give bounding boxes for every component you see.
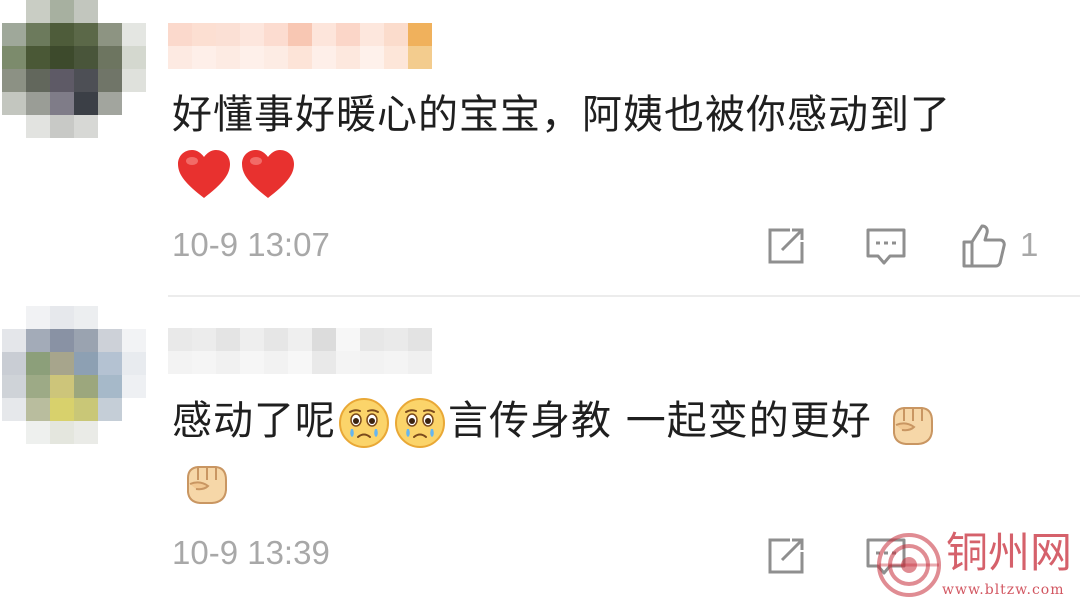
watermark-url: www.bltzw.com [942, 582, 1065, 598]
teary-face-icon [339, 398, 389, 448]
heart-icon [242, 150, 294, 198]
avatar[interactable] [2, 0, 146, 138]
teary-face-icon [395, 398, 445, 448]
watermark: 铜州网 www.bltzw.com [872, 528, 1080, 604]
heart-icon [178, 150, 230, 198]
fist-icon [892, 407, 933, 445]
comment-text: 好懂事好暖心的宝宝，阿姨也被你感动到了 [172, 92, 951, 138]
fist-icon [187, 466, 227, 504]
username-blurred[interactable] [168, 328, 456, 374]
comment-text-part: 言传身教 一起变的更好 [448, 398, 872, 444]
comment-item: 好懂事好暖心的宝宝，阿姨也被你感动到了 10-9 13:07 1 [0, 0, 1080, 296]
comment-time: 10-9 13:39 [172, 534, 330, 571]
watermark-logo-icon [877, 533, 941, 597]
like-count: 1 [1020, 226, 1039, 263]
comment-text-part: 感动了呢 [172, 398, 336, 444]
comment-text: 感动了呢 言传身教 一起变的更好 [172, 392, 940, 450]
comment-time: 10-9 13:07 [172, 226, 330, 263]
reply-icon[interactable] [864, 224, 908, 268]
repost-icon[interactable] [764, 534, 808, 578]
repost-icon[interactable] [764, 224, 808, 268]
avatar[interactable] [2, 306, 146, 444]
like-icon[interactable] [960, 222, 1008, 270]
username-blurred[interactable] [168, 23, 456, 69]
watermark-name: 铜州网 [946, 528, 1073, 577]
